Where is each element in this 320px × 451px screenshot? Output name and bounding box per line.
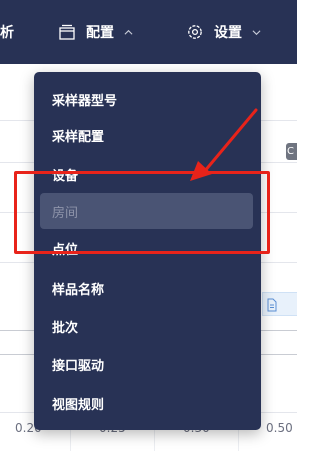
collapsed-badge[interactable]: C	[286, 143, 297, 160]
menu-item-label: 采样器型号	[52, 93, 118, 109]
nav-item-label: 设置	[214, 25, 242, 41]
chevron-down-icon	[252, 29, 261, 35]
menu-item-sampler-model[interactable]: 采样器型号	[40, 81, 253, 117]
menu-item-batch[interactable]: 批次	[40, 308, 253, 344]
axis-tick-label: 0.50	[266, 421, 293, 435]
menu-item-label: 视图规则	[52, 397, 105, 413]
menu-item-label: 样品名称	[52, 282, 105, 298]
document-icon	[267, 298, 277, 312]
annotation-highlight-box	[14, 171, 270, 254]
nav-item-label: 析	[0, 25, 14, 41]
layers-icon	[59, 24, 75, 40]
gear-icon	[188, 25, 202, 39]
menu-item-label: 采样配置	[52, 129, 105, 145]
screenshot-page: C 0.20 0.25 0.30 0.50 析 配置	[0, 0, 297, 451]
menu-item-interface-driver[interactable]: 接口驱动	[40, 346, 253, 382]
menu-item-sample-name[interactable]: 样品名称	[40, 270, 253, 306]
top-nav-bar: 析 配置 设置	[0, 0, 297, 64]
menu-item-label: 接口驱动	[52, 358, 105, 374]
menu-item-sampling-config[interactable]: 采样配置	[40, 117, 253, 153]
menu-item-view-rules[interactable]: 视图规则	[40, 385, 253, 421]
nav-item-settings[interactable]: 设置	[186, 0, 261, 64]
nav-item-analysis[interactable]: 析	[0, 0, 14, 64]
nav-item-config[interactable]: 配置	[58, 0, 133, 64]
chevron-up-icon	[124, 29, 133, 35]
nav-item-label: 配置	[86, 25, 114, 41]
menu-item-label: 批次	[52, 320, 79, 336]
document-button[interactable]	[262, 292, 297, 316]
